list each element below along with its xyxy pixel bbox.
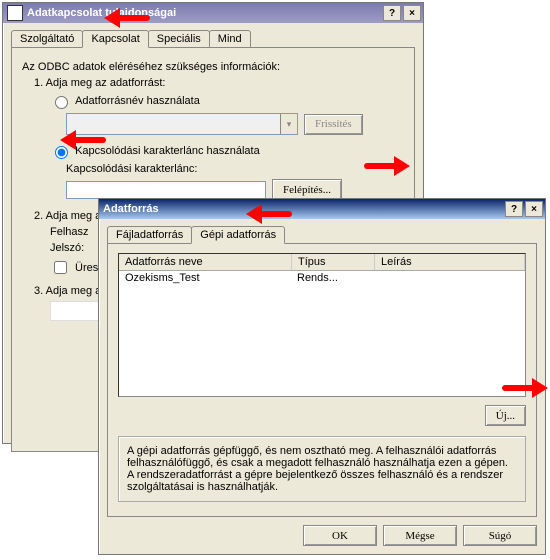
user-label: Felhasz [50,226,100,238]
refresh-button[interactable]: Frissítés [304,114,363,135]
window2-titlebar: Adatforrás ? × [99,199,545,219]
blank-password-checkbox[interactable] [54,261,67,274]
tab-machine-dsn[interactable]: Gépi adatforrás [191,226,285,244]
app-icon [7,5,23,21]
tab-all[interactable]: Mind [209,30,251,47]
blank-password-label: Üres [75,262,98,274]
step1-label: 1. Adja meg az adatforrást: [34,77,404,89]
help-button[interactable]: ? [383,5,401,21]
radio-use-dsn-label: Adatforrásnév használata [75,95,200,107]
window1-titlebar: Adatkapcsolat tulajdonságai ? × [3,3,423,23]
col-desc[interactable]: Leírás [375,254,525,270]
new-button[interactable]: Új... [485,405,526,426]
chevron-down-icon [280,114,297,134]
dsn-combo[interactable] [66,113,298,135]
ok-button[interactable]: OK [303,525,377,546]
list-item[interactable]: Ozekisms_Test Rends... [119,271,525,285]
close-button-2[interactable]: × [525,201,543,217]
col-name[interactable]: Adatforrás neve [119,254,292,270]
connstring-input[interactable] [66,181,266,199]
cell-name: Ozekisms_Test [119,271,291,285]
password-label: Jelszó: [50,242,100,254]
help-button-2[interactable]: ? [505,201,523,217]
odbc-heading: Az ODBC adatok eléréséhez szükséges info… [22,61,404,73]
connstring-label: Kapcsolódási karakterlánc: [66,163,404,175]
tab-connection[interactable]: Kapcsolat [82,30,148,48]
tabs2: Fájladatforrás Gépi adatforrás [107,226,537,244]
cell-desc [373,271,525,285]
radio-use-dsn[interactable] [55,96,68,109]
window1-title: Adatkapcsolat tulajdonságai [27,7,176,19]
info-text: A gépi adatforrás gépfüggő, és nem oszth… [118,436,526,502]
tab-advanced[interactable]: Speciális [148,30,210,47]
tab-file-dsn[interactable]: Fájladatforrás [107,226,192,243]
col-type[interactable]: Típus [292,254,375,270]
cell-type: Rends... [291,271,373,285]
tab-provider[interactable]: Szolgáltató [11,30,83,47]
build-button[interactable]: Felépítés... [272,179,342,200]
window2-title: Adatforrás [103,203,159,215]
help-bottom-button[interactable]: Súgó [463,525,537,546]
datasource-list[interactable]: Adatforrás neve Típus Leírás Ozekisms_Te… [118,253,526,397]
close-button[interactable]: × [403,5,421,21]
list-header: Adatforrás neve Típus Leírás [119,254,525,271]
cancel-button[interactable]: Mégse [383,525,457,546]
tabs1: Szolgáltató Kapcsolat Speciális Mind [11,30,415,48]
radio-use-connstring[interactable] [55,146,68,159]
radio-connstring-label: Kapcsolódási karakterlánc használata [75,145,260,157]
